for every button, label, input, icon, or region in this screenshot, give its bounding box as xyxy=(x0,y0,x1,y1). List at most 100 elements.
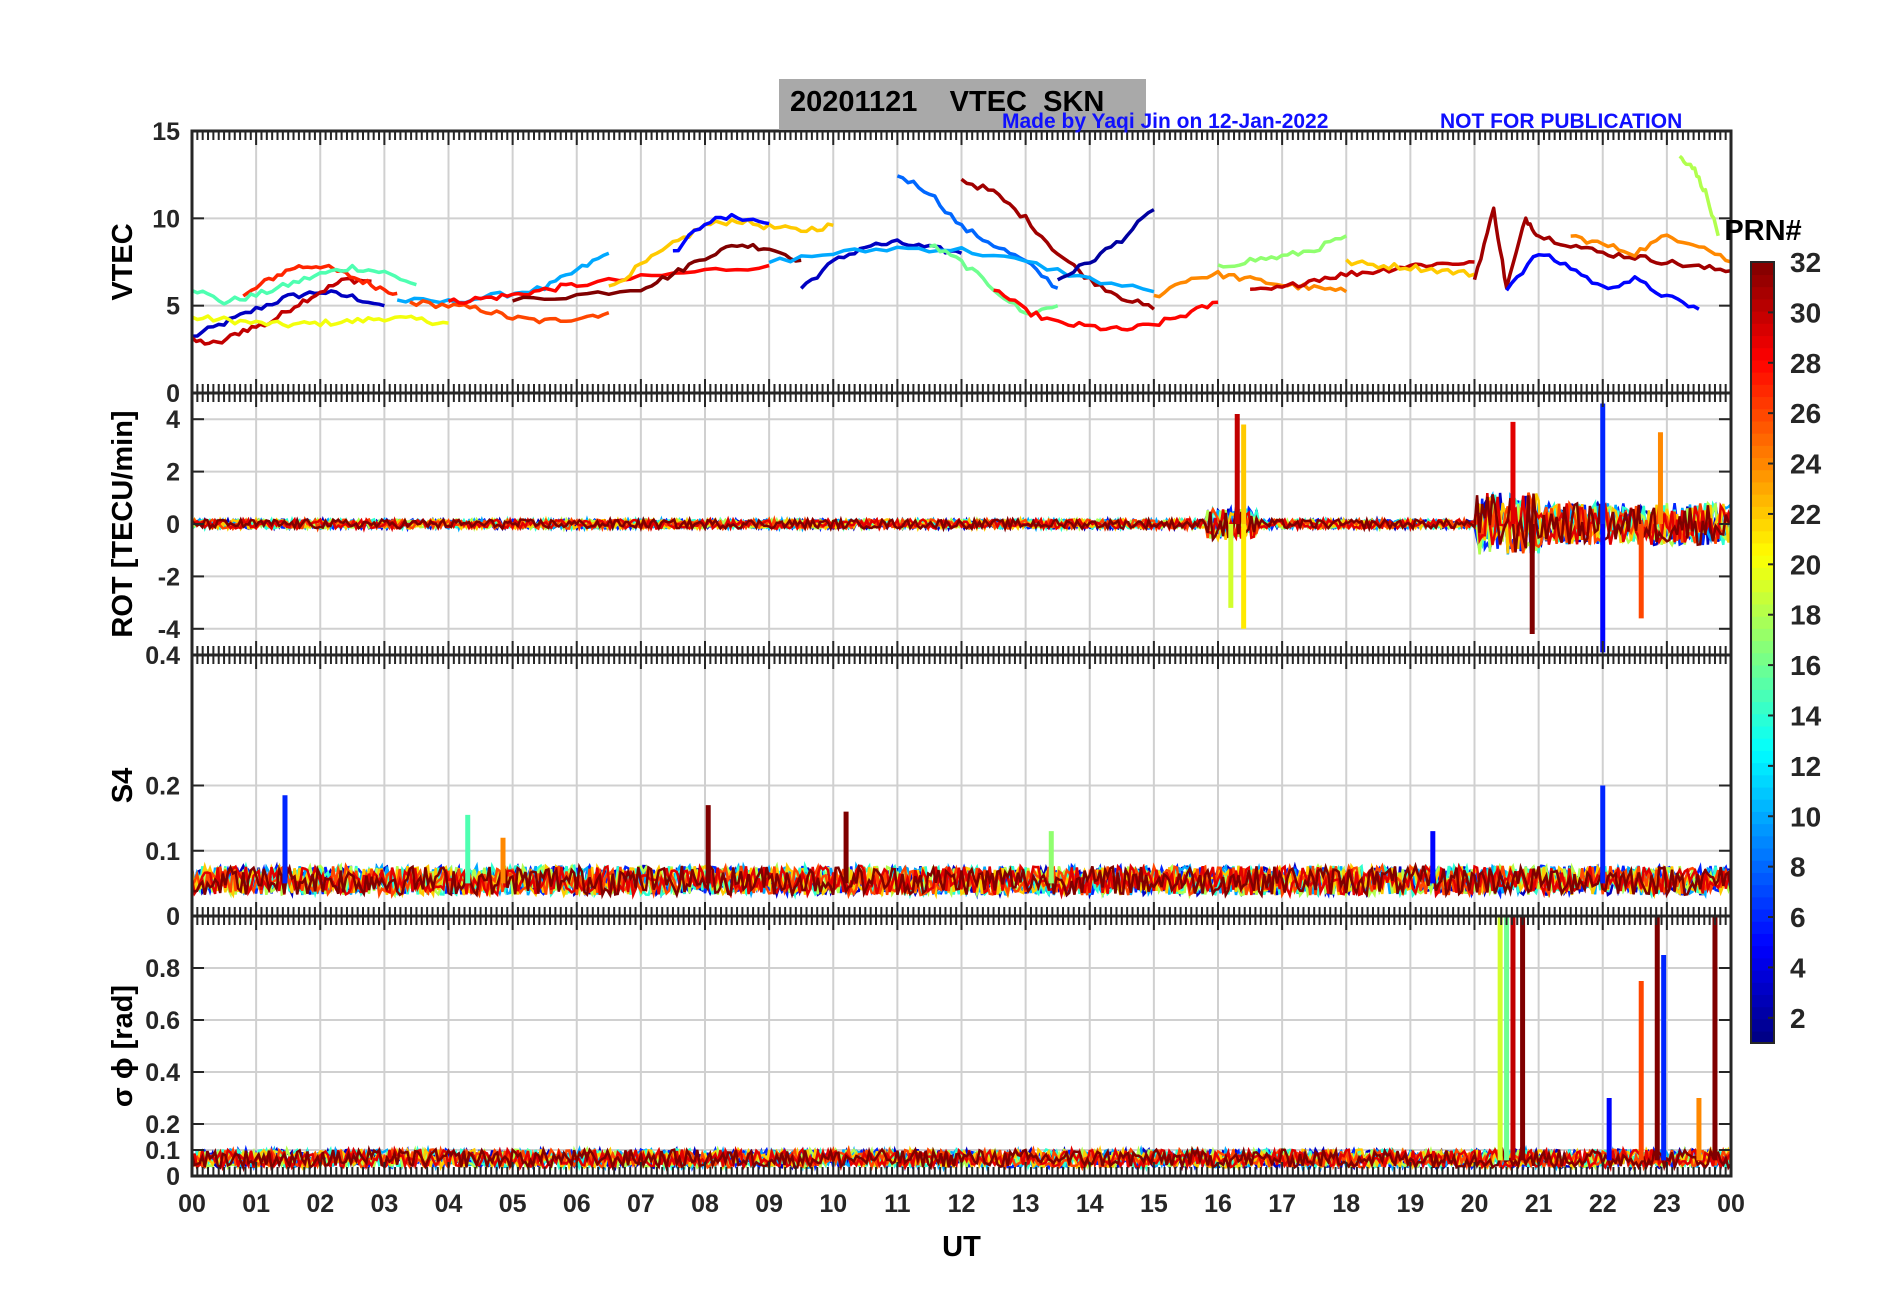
colorbar-segment xyxy=(1751,347,1774,361)
y-tick-label: 0 xyxy=(166,380,180,408)
y-tick-label: 0.1 xyxy=(145,838,180,866)
y-tick-label: 5 xyxy=(166,293,180,321)
colorbar-segment xyxy=(1751,652,1774,666)
colorbar-tick-label: 16 xyxy=(1790,650,1821,681)
colorbar-segment xyxy=(1751,335,1774,349)
colorbar-segment xyxy=(1751,262,1774,276)
colorbar-segment xyxy=(1751,1018,1774,1032)
colorbar-tick-label: 22 xyxy=(1790,499,1821,530)
colorbar-segment xyxy=(1751,835,1774,849)
colorbar-segment xyxy=(1751,786,1774,800)
colorbar-segment xyxy=(1751,432,1774,446)
colorbar-segment xyxy=(1751,689,1774,703)
y-tick-label: 10 xyxy=(152,205,180,233)
x-tick-label: 03 xyxy=(370,1190,398,1218)
colorbar-segment xyxy=(1751,945,1774,959)
colorbar-tick-label: 6 xyxy=(1790,902,1806,933)
colorbar-segment xyxy=(1751,957,1774,971)
vtec-series-prn-2 xyxy=(1056,208,1155,282)
panel-S4: 0 0.1 0.2 0.4 S4 xyxy=(107,642,1733,931)
y-tick-label: 0 xyxy=(166,903,180,931)
y-tick-label: 0 xyxy=(166,511,180,539)
colorbar-segment xyxy=(1751,445,1774,459)
y-axis-label: ROT [TECU/min] xyxy=(107,410,139,637)
x-tick-label: 00 xyxy=(1717,1190,1745,1218)
colorbar-segment xyxy=(1751,725,1774,739)
colorbar-segment xyxy=(1751,920,1774,934)
panel-VTEC: 0 5 10 15 VTEC xyxy=(107,118,1733,408)
vtec-series-prn-28 xyxy=(993,288,1219,332)
colorbar-segment xyxy=(1751,542,1774,556)
colorbar-segment xyxy=(1751,298,1774,312)
x-tick-label: 12 xyxy=(948,1190,976,1218)
colorbar-segment xyxy=(1751,396,1774,410)
colorbar-tick-label: 20 xyxy=(1790,549,1821,580)
colorbar-segment xyxy=(1751,896,1774,910)
vtec-series-prn-24 xyxy=(1153,269,1348,299)
colorbar-segment xyxy=(1751,420,1774,434)
colorbar-segment xyxy=(1751,798,1774,812)
colorbar-segment xyxy=(1751,274,1774,288)
y-axis-label: VTEC xyxy=(107,223,139,300)
figure-canvas: 051015VTEC-4-2024ROT [TECU/min]00.10.20.… xyxy=(107,118,1822,1263)
x-tick-label: 13 xyxy=(1012,1190,1040,1218)
colorbar-segment xyxy=(1751,591,1774,605)
colorbar-tick-label: 24 xyxy=(1790,449,1822,480)
x-tick-label: 11 xyxy=(884,1190,911,1218)
y-tick-label: 0.4 xyxy=(145,1059,180,1087)
y-tick-label: 2 xyxy=(166,459,180,487)
y-axis-label: σ ϕ [rad] xyxy=(107,985,139,1107)
colorbar-segment xyxy=(1751,323,1774,337)
x-tick-label: 23 xyxy=(1653,1190,1681,1218)
x-tick-label: 21 xyxy=(1525,1190,1553,1218)
colorbar-segment xyxy=(1751,872,1774,886)
x-tick-label: 10 xyxy=(819,1190,847,1218)
x-tick-label: 14 xyxy=(1076,1190,1104,1218)
colorbar-segment xyxy=(1751,506,1774,520)
colorbar-segment xyxy=(1751,823,1774,837)
x-tick-label: 20 xyxy=(1461,1190,1489,1218)
colorbar-segment xyxy=(1751,884,1774,898)
colorbar-tick-label: 18 xyxy=(1790,600,1821,631)
colorbar-segment xyxy=(1751,518,1774,532)
x-tick-label: 16 xyxy=(1204,1190,1232,1218)
x-tick-label: 04 xyxy=(435,1190,463,1218)
y-tick-label: 0 xyxy=(166,1163,180,1191)
colorbar-segment xyxy=(1751,579,1774,593)
vtec-series-prn-3 xyxy=(192,289,385,338)
y-tick-label: 0.8 xyxy=(145,955,180,983)
colorbar-segment xyxy=(1751,615,1774,629)
colorbar-tick-label: 30 xyxy=(1790,297,1821,328)
panel-ROT: -4 -2 0 2 4 ROT [TECU/min] xyxy=(107,391,1733,657)
colorbar-segment xyxy=(1751,847,1774,861)
colorbar-segment xyxy=(1751,408,1774,422)
y-tick-label: 0.2 xyxy=(145,1111,180,1139)
colorbar-tick-label: 4 xyxy=(1790,952,1806,983)
colorbar-segment xyxy=(1751,567,1774,581)
colorbar-tick-label: 28 xyxy=(1790,348,1821,379)
y-tick-label: -4 xyxy=(158,616,180,644)
colorbar-segment xyxy=(1751,640,1774,654)
colorbar-segment xyxy=(1751,371,1774,385)
not-for-publication-text: NOT FOR PUBLICATION xyxy=(1440,110,1683,133)
vtec-series-prn-26 xyxy=(409,299,610,325)
x-tick-label: 01 xyxy=(242,1190,270,1218)
colorbar-segment xyxy=(1751,530,1774,544)
colorbar-segment xyxy=(1751,908,1774,922)
colorbar-tick-label: 14 xyxy=(1790,700,1822,731)
colorbar-tick-label: 2 xyxy=(1790,1003,1806,1034)
colorbar-segment xyxy=(1751,737,1774,751)
y-tick-label: 0.2 xyxy=(145,773,180,801)
vtec-series-prn-30 xyxy=(192,276,372,346)
colorbar-segment xyxy=(1751,481,1774,495)
colorbar-tick-label: 8 xyxy=(1790,852,1806,883)
y-tick-label: 0.1 xyxy=(145,1137,180,1165)
colorbar-segment xyxy=(1751,359,1774,373)
x-tick-label: 22 xyxy=(1589,1190,1617,1218)
y-tick-label: 4 xyxy=(166,406,180,434)
x-tick-label: 17 xyxy=(1268,1190,1296,1218)
credit-text: Made by Yaqi Jin on 12-Jan-2022 xyxy=(1002,110,1329,133)
colorbar-segment xyxy=(1751,384,1774,398)
x-tick-label: 06 xyxy=(563,1190,591,1218)
x-axis-label: UT xyxy=(942,1231,981,1263)
